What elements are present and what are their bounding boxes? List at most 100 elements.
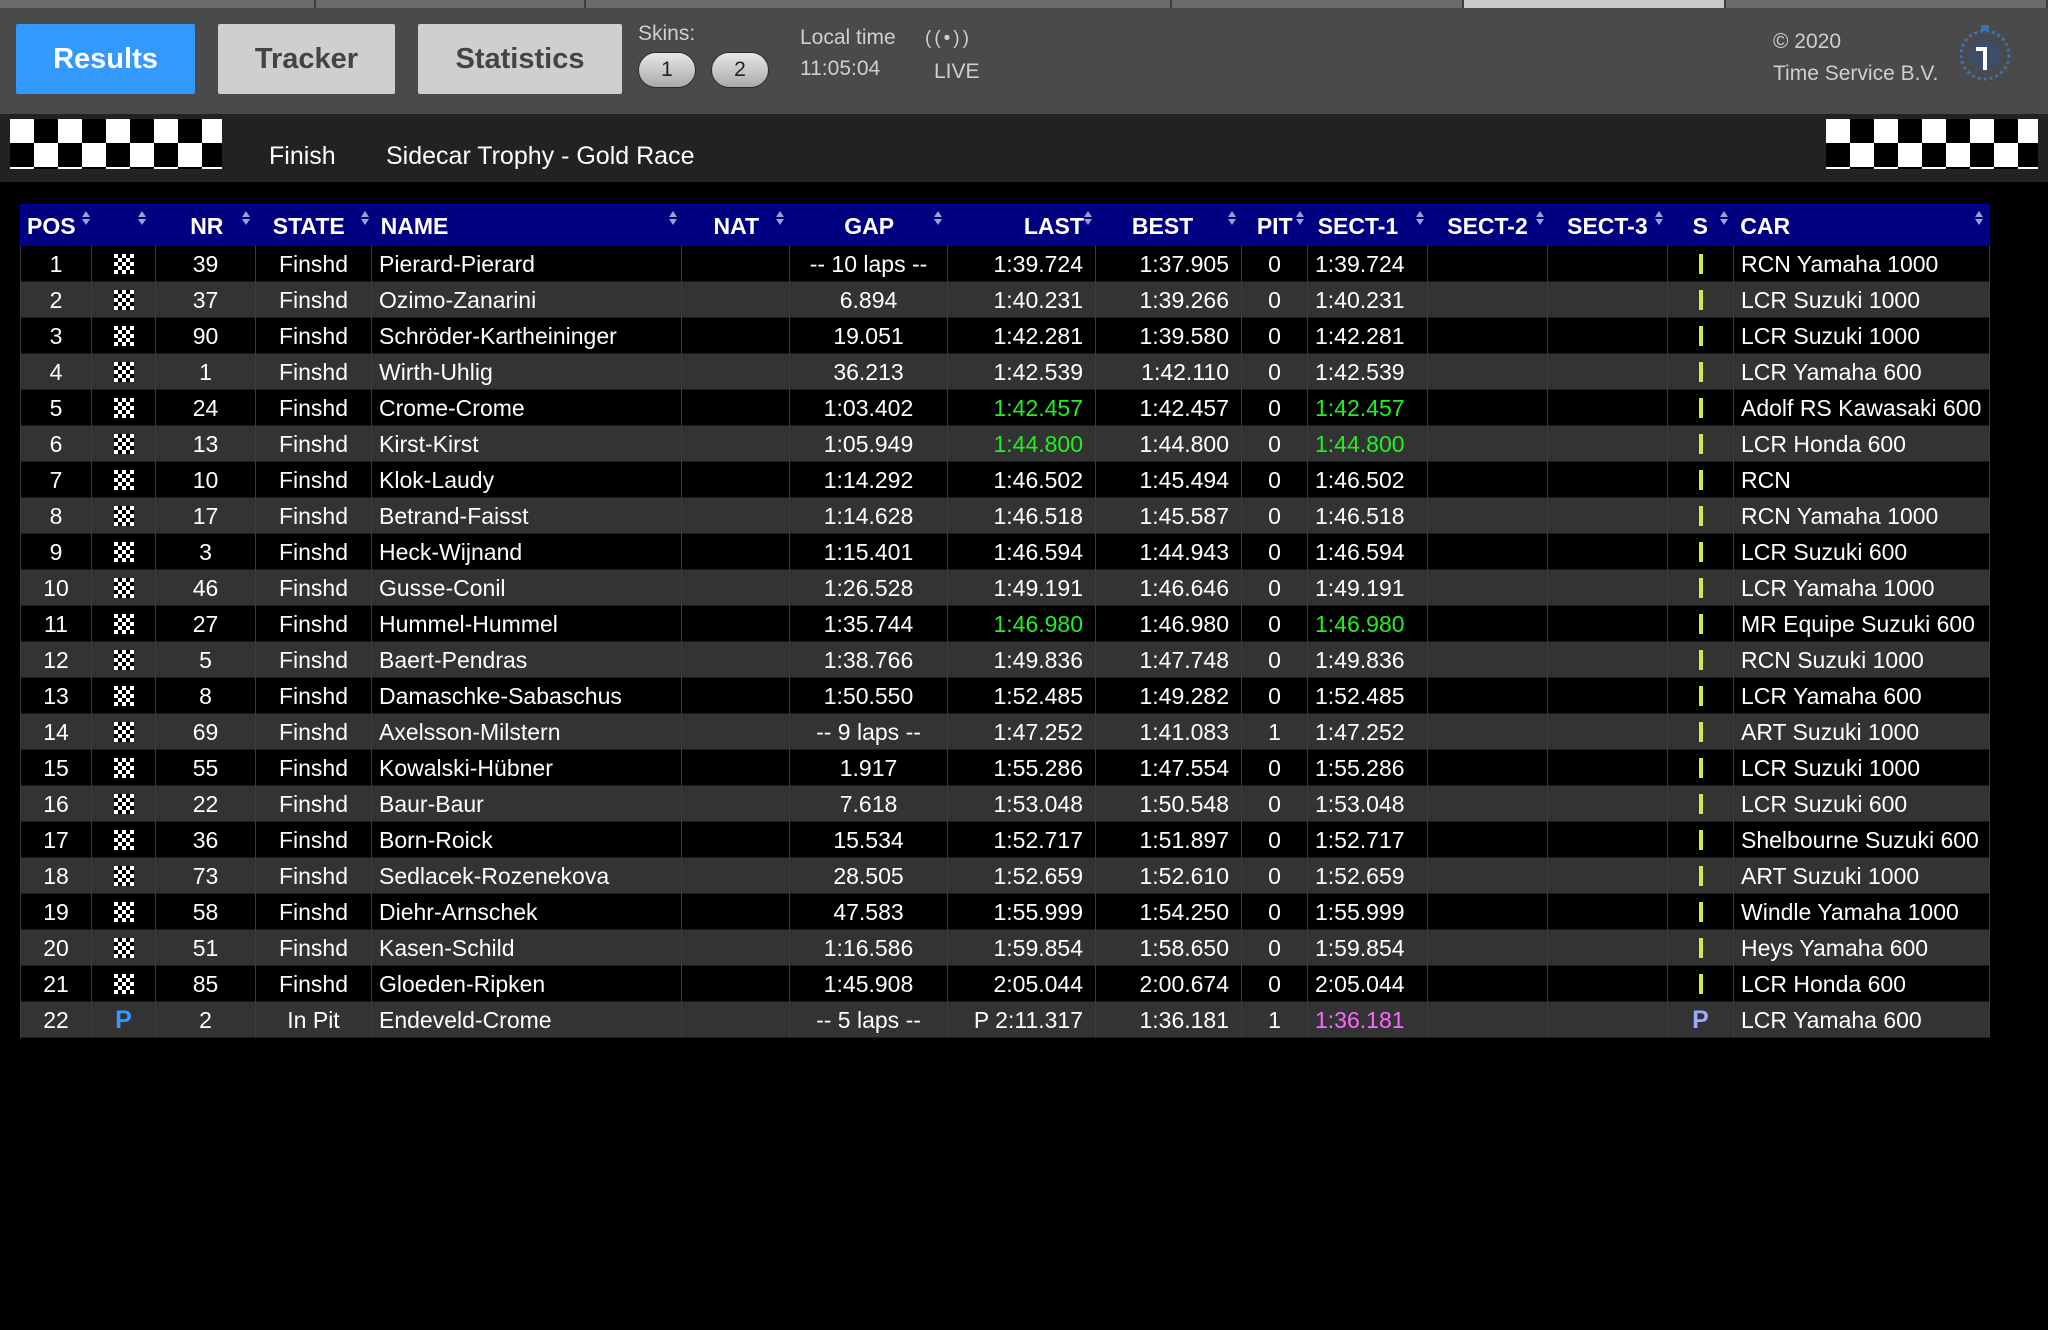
cell-pit: 0 <box>1242 318 1308 354</box>
cell-best: 1:46.980 <box>1096 606 1242 642</box>
cell-nat <box>682 246 790 282</box>
table-row[interactable]: 15 55 Finshd Kowalski-Hübner 1.917 1:55.286 1:… <box>20 750 1990 786</box>
table-row[interactable]: 2 37 Finshd Ozimo-Zanarini 6.894 1:40.231 1:39… <box>20 282 1990 318</box>
cell-last: 2:05.044 <box>948 966 1096 1002</box>
skin-1-button[interactable]: 1 <box>638 52 696 88</box>
table-row[interactable]: 7 10 Finshd Klok-Laudy 1:14.292 1:46.502 1:45.… <box>20 462 1990 498</box>
sort-icon[interactable] <box>81 209 91 227</box>
table-row[interactable]: 4 1 Finshd Wirth-Uhlig 36.213 1:42.539 1:42.11… <box>20 354 1990 390</box>
table-row[interactable]: 5 24 Finshd Crome-Crome 1:03.402 1:42.457 1:42… <box>20 390 1990 426</box>
column-header-last[interactable]: LAST <box>948 205 1096 247</box>
table-row[interactable]: 6 13 Finshd Kirst-Kirst 1:05.949 1:44.800 1:44… <box>20 426 1990 462</box>
skin-2-button[interactable]: 2 <box>711 52 769 88</box>
cell-car: LCR Suzuki 600 <box>1734 534 1990 570</box>
cell-name: Kasen-Schild <box>372 930 682 966</box>
sort-icon[interactable] <box>137 209 147 227</box>
column-header-pit[interactable]: PIT <box>1242 205 1308 247</box>
column-header-label: PIT <box>1256 212 1293 239</box>
page-progress-bar <box>0 0 2048 8</box>
status-bar-icon <box>1698 902 1703 922</box>
sort-icon[interactable] <box>1535 209 1545 227</box>
cell-flag <box>92 894 156 930</box>
cell-state: Finshd <box>256 570 372 606</box>
cell-state: In Pit <box>256 1002 372 1038</box>
column-header-pos[interactable]: POS <box>21 205 93 247</box>
cell-best: 1:42.110 <box>1096 354 1242 390</box>
table-row[interactable]: 13 8 Finshd Damaschke-Sabaschus 1:50.550 1:52… <box>20 678 1990 714</box>
cell-name: Diehr-Arnschek <box>372 894 682 930</box>
checkered-flag-icon <box>1826 119 2038 169</box>
table-row[interactable]: 16 22 Finshd Baur-Baur 7.618 1:53.048 1:50.548… <box>20 786 1990 822</box>
column-header-name[interactable]: NAME <box>373 205 683 247</box>
column-header-sector-2[interactable]: SECT-2 <box>1428 205 1548 247</box>
column-header-sector-3[interactable]: SECT-3 <box>1547 205 1667 247</box>
cell-sector-1: 1:49.836 <box>1308 642 1428 678</box>
cell-pos: 3 <box>20 318 92 354</box>
sort-icon[interactable] <box>1415 209 1425 227</box>
table-row[interactable]: 11 27 Finshd Hummel-Hummel 1:35.744 1:46.980 1… <box>20 606 1990 642</box>
column-header-best[interactable]: BEST <box>1096 205 1242 247</box>
tracker-tab-button[interactable]: Tracker <box>218 24 395 94</box>
table-row[interactable]: 3 90 Finshd Schröder-Kartheininger 19.051 1:4… <box>20 318 1990 354</box>
table-row[interactable]: 1 39 Finshd Pierard-Pierard -- 10 laps -- 1:3… <box>20 246 1990 282</box>
column-header-nat[interactable]: NAT <box>682 205 790 247</box>
cell-best: 1:36.181 <box>1096 1002 1242 1038</box>
cell-gap: -- 10 laps -- <box>790 246 948 282</box>
sort-icon[interactable] <box>933 209 943 227</box>
table-row[interactable]: 17 36 Finshd Born-Roick 15.534 1:52.717 1:51.8… <box>20 822 1990 858</box>
cell-sector-2 <box>1428 426 1548 462</box>
cell-nr: 3 <box>156 534 256 570</box>
table-row[interactable]: 10 46 Finshd Gusse-Conil 1:26.528 1:49.191 1:4… <box>20 570 1990 606</box>
sort-icon[interactable] <box>1654 209 1664 227</box>
sort-icon[interactable] <box>1227 209 1237 227</box>
cell-flag <box>92 786 156 822</box>
cell-sector-2 <box>1428 606 1548 642</box>
results-tab-button[interactable]: Results <box>16 24 195 94</box>
cell-sector-3 <box>1548 858 1668 894</box>
cell-pit: 0 <box>1242 246 1308 282</box>
cell-status <box>1668 966 1734 1002</box>
cell-state: Finshd <box>256 966 372 1002</box>
sort-icon[interactable] <box>241 209 251 227</box>
cell-pos: 1 <box>20 246 92 282</box>
table-row[interactable]: 22 P 2 In Pit Endeveld-Crome -- 5 laps -- P 2:… <box>20 1002 1990 1038</box>
cell-sector-1: 1:46.594 <box>1308 534 1428 570</box>
cell-sector-3 <box>1548 390 1668 426</box>
table-row[interactable]: 14 69 Finshd Axelsson-Milstern -- 9 laps -- 1… <box>20 714 1990 750</box>
cell-pit: 0 <box>1242 426 1308 462</box>
cell-sector-2 <box>1428 678 1548 714</box>
sort-icon[interactable] <box>775 209 785 227</box>
statistics-tab-button[interactable]: Statistics <box>418 24 622 94</box>
sort-icon[interactable] <box>1083 209 1093 227</box>
cell-last: 1:46.502 <box>948 462 1096 498</box>
table-row[interactable]: 19 58 Finshd Diehr-Arnschek 47.583 1:55.999 1:… <box>20 894 1990 930</box>
column-header-sector-1[interactable]: SECT-1 <box>1308 205 1428 247</box>
column-header-status[interactable]: S <box>1667 205 1733 247</box>
table-row[interactable]: 21 85 Finshd Gloeden-Ripken 1:45.908 2:05.044… <box>20 966 1990 1002</box>
sort-icon[interactable] <box>1719 209 1729 227</box>
column-header-state[interactable]: STATE <box>257 205 373 247</box>
sort-icon[interactable] <box>1295 209 1305 227</box>
cell-status <box>1668 858 1734 894</box>
table-row[interactable]: 9 3 Finshd Heck-Wijnand 1:15.401 1:46.594 1:44… <box>20 534 1990 570</box>
column-header-gap[interactable]: GAP <box>790 205 948 247</box>
table-row[interactable]: 8 17 Finshd Betrand-Faisst 1:14.628 1:46.518 1… <box>20 498 1990 534</box>
column-header-flag[interactable] <box>93 205 157 247</box>
sort-icon[interactable] <box>668 209 678 227</box>
cell-gap: 1:03.402 <box>790 390 948 426</box>
sort-icon[interactable] <box>360 209 370 227</box>
table-row[interactable]: 18 73 Finshd Sedlacek-Rozenekova 28.505 1:52.… <box>20 858 1990 894</box>
cell-flag <box>92 426 156 462</box>
checkered-flag-icon <box>113 362 134 382</box>
checkered-flag-icon <box>113 398 134 418</box>
column-header-car[interactable]: CAR <box>1733 205 1989 247</box>
cell-status <box>1668 606 1734 642</box>
cell-sector-3 <box>1548 930 1668 966</box>
table-row[interactable]: 20 51 Finshd Kasen-Schild 1:16.586 1:59.854 1:… <box>20 930 1990 966</box>
cell-pos: 18 <box>20 858 92 894</box>
table-row[interactable]: 12 5 Finshd Baert-Pendras 1:38.766 1:49.836 1:… <box>20 642 1990 678</box>
cell-pit: 0 <box>1242 606 1308 642</box>
column-header-nr[interactable]: NR <box>157 205 257 247</box>
sort-icon[interactable] <box>1974 209 1984 227</box>
cell-flag <box>92 318 156 354</box>
